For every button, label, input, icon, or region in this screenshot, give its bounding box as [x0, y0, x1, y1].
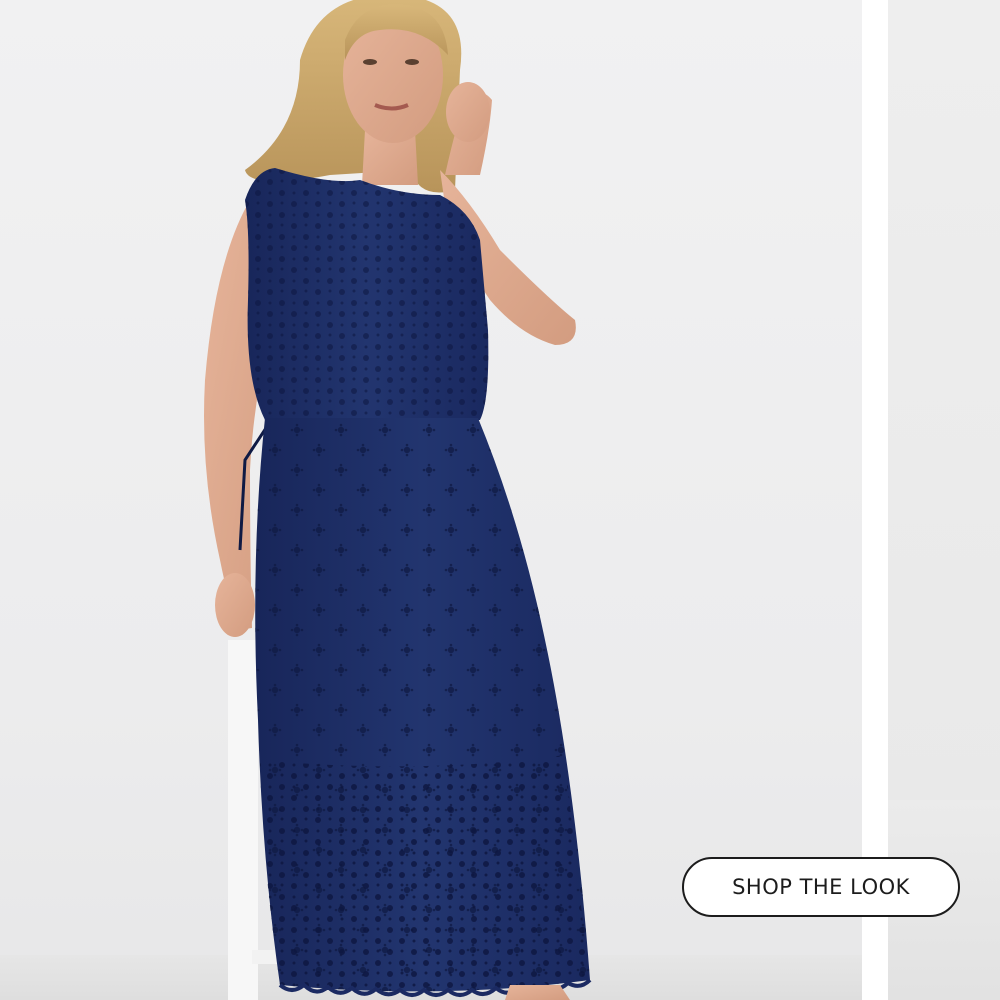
- hero-carousel: SHOP THE LOOK: [0, 0, 1000, 1000]
- stool-leg: [228, 640, 258, 1000]
- model-photo: [204, 0, 592, 1000]
- shop-the-look-button[interactable]: SHOP THE LOOK: [682, 857, 960, 917]
- slide-divider: [862, 0, 888, 1000]
